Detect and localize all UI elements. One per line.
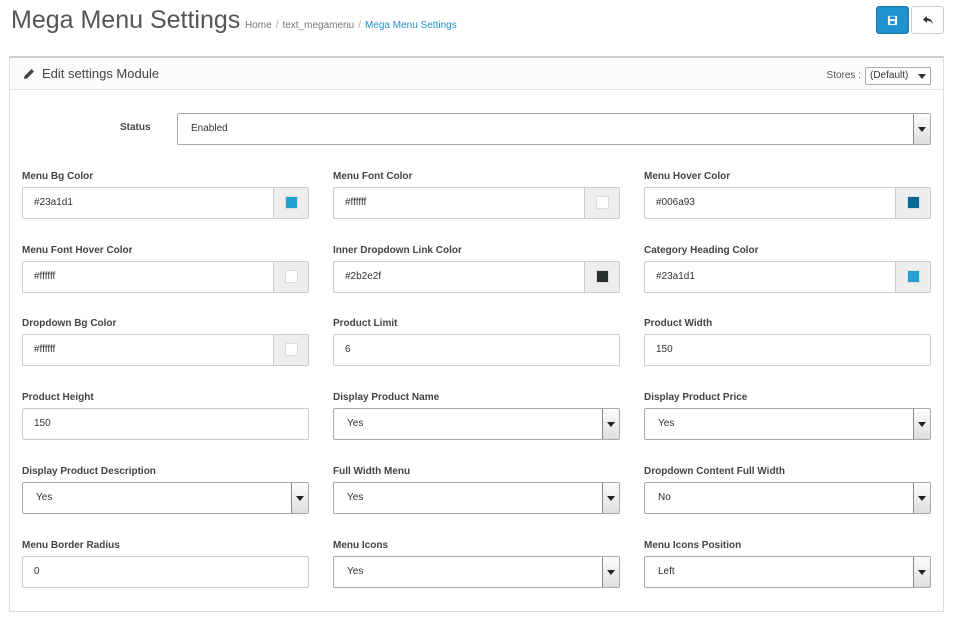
display-product-price-label: Display Product Price xyxy=(644,392,748,403)
page-title: Mega Menu Settings xyxy=(11,6,241,34)
color-swatch xyxy=(907,270,920,283)
inner-dropdown-link-color-input[interactable]: #2b2e2f xyxy=(333,261,620,293)
inner-dropdown-link-color-value: #2b2e2f xyxy=(345,271,382,282)
product-limit-input[interactable]: 6 xyxy=(333,334,620,366)
status-label: Status xyxy=(120,122,151,133)
menu-font-color-value: #ffffff xyxy=(345,197,367,208)
dropdown-content-full-width-label: Dropdown Content Full Width xyxy=(644,466,785,477)
breadcrumb-home[interactable]: Home xyxy=(245,20,272,31)
display-product-price-select[interactable]: Yes xyxy=(644,408,931,440)
product-limit-label: Product Limit xyxy=(333,318,398,329)
status-select[interactable]: Enabled xyxy=(177,113,931,145)
stores-select[interactable]: (Default) xyxy=(865,67,931,85)
pencil-icon xyxy=(24,69,34,79)
color-swatch xyxy=(285,270,298,283)
menu-bg-color-value: #23a1d1 xyxy=(34,197,73,208)
dropdown-bg-color-value: #ffffff xyxy=(34,344,56,355)
menu-hover-color-value: #006a93 xyxy=(656,197,695,208)
menu-font-hover-color-label: Menu Font Hover Color xyxy=(22,245,133,256)
menu-font-hover-color-input[interactable]: #ffffff xyxy=(22,261,309,293)
category-heading-color-label: Category Heading Color xyxy=(644,245,759,256)
color-picker-addon[interactable] xyxy=(273,188,308,218)
color-swatch xyxy=(907,196,920,209)
menu-font-color-input[interactable]: #ffffff xyxy=(333,187,620,219)
menu-icons-value: Yes xyxy=(347,566,364,577)
color-swatch xyxy=(285,343,298,356)
breadcrumb: Home / text_megamenu / Mega Menu Settings xyxy=(245,20,457,31)
color-swatch xyxy=(596,270,609,283)
chevron-down-icon[interactable] xyxy=(291,483,308,513)
chevron-down-icon[interactable] xyxy=(913,557,930,587)
chevron-down-icon[interactable] xyxy=(602,409,619,439)
status-value: Enabled xyxy=(191,123,228,134)
menu-font-hover-color-value: #ffffff xyxy=(34,271,56,282)
dropdown-content-full-width-value: No xyxy=(658,492,671,503)
panel-heading: Edit settings Module Stores : (Default) xyxy=(10,58,943,90)
display-product-price-value: Yes xyxy=(658,418,675,429)
display-product-name-select[interactable]: Yes xyxy=(333,408,620,440)
display-product-description-value: Yes xyxy=(36,492,53,503)
color-picker-addon[interactable] xyxy=(895,188,930,218)
full-width-menu-label: Full Width Menu xyxy=(333,466,411,477)
color-swatch xyxy=(596,196,609,209)
chevron-down-icon[interactable] xyxy=(913,483,930,513)
chevron-down-icon[interactable] xyxy=(913,409,930,439)
reply-icon xyxy=(922,15,933,25)
product-height-input[interactable]: 150 xyxy=(22,408,309,440)
breadcrumb-current[interactable]: Mega Menu Settings xyxy=(365,20,457,31)
product-width-input[interactable]: 150 xyxy=(644,334,931,366)
display-product-description-select[interactable]: Yes xyxy=(22,482,309,514)
menu-icons-position-label: Menu Icons Position xyxy=(644,540,742,551)
product-width-label: Product Width xyxy=(644,318,713,329)
chevron-down-icon[interactable] xyxy=(602,483,619,513)
stores-value: (Default) xyxy=(870,70,909,81)
menu-border-radius-label: Menu Border Radius xyxy=(22,540,120,551)
menu-icons-select[interactable]: Yes xyxy=(333,556,620,588)
color-picker-addon[interactable] xyxy=(273,262,308,292)
full-width-menu-select[interactable]: Yes xyxy=(333,482,620,514)
menu-hover-color-label: Menu Hover Color xyxy=(644,171,731,182)
menu-font-color-label: Menu Font Color xyxy=(333,171,413,182)
menu-hover-color-input[interactable]: #006a93 xyxy=(644,187,931,219)
category-heading-color-value: #23a1d1 xyxy=(656,271,695,282)
menu-icons-label: Menu Icons xyxy=(333,540,389,551)
inner-dropdown-link-color-label: Inner Dropdown Link Color xyxy=(333,245,462,256)
menu-bg-color-label: Menu Bg Color xyxy=(22,171,94,182)
dropdown-bg-color-input[interactable]: #ffffff xyxy=(22,334,309,366)
display-product-description-label: Display Product Description xyxy=(22,466,156,477)
chevron-down-icon xyxy=(918,74,926,79)
breadcrumb-extension[interactable]: text_megamenu xyxy=(282,20,354,31)
display-product-name-value: Yes xyxy=(347,418,364,429)
menu-icons-position-value: Left xyxy=(658,566,675,577)
color-picker-addon[interactable] xyxy=(584,188,619,218)
dropdown-bg-color-label: Dropdown Bg Color xyxy=(22,318,117,329)
save-button[interactable] xyxy=(876,6,909,34)
display-product-name-label: Display Product Name xyxy=(333,392,440,403)
full-width-menu-value: Yes xyxy=(347,492,364,503)
stores-label: Stores : xyxy=(826,70,861,81)
color-picker-addon[interactable] xyxy=(895,262,930,292)
color-swatch xyxy=(285,196,298,209)
menu-bg-color-input[interactable]: #23a1d1 xyxy=(22,187,309,219)
menu-border-radius-input[interactable]: 0 xyxy=(22,556,309,588)
back-button[interactable] xyxy=(911,6,944,34)
color-picker-addon[interactable] xyxy=(273,335,308,365)
menu-icons-position-select[interactable]: Left xyxy=(644,556,931,588)
save-icon xyxy=(887,15,898,25)
chevron-down-icon[interactable] xyxy=(602,557,619,587)
color-picker-addon[interactable] xyxy=(584,262,619,292)
category-heading-color-input[interactable]: #23a1d1 xyxy=(644,261,931,293)
dropdown-content-full-width-select[interactable]: No xyxy=(644,482,931,514)
chevron-down-icon[interactable] xyxy=(913,114,930,144)
product-height-label: Product Height xyxy=(22,392,94,403)
panel-title: Edit settings Module xyxy=(42,66,160,81)
